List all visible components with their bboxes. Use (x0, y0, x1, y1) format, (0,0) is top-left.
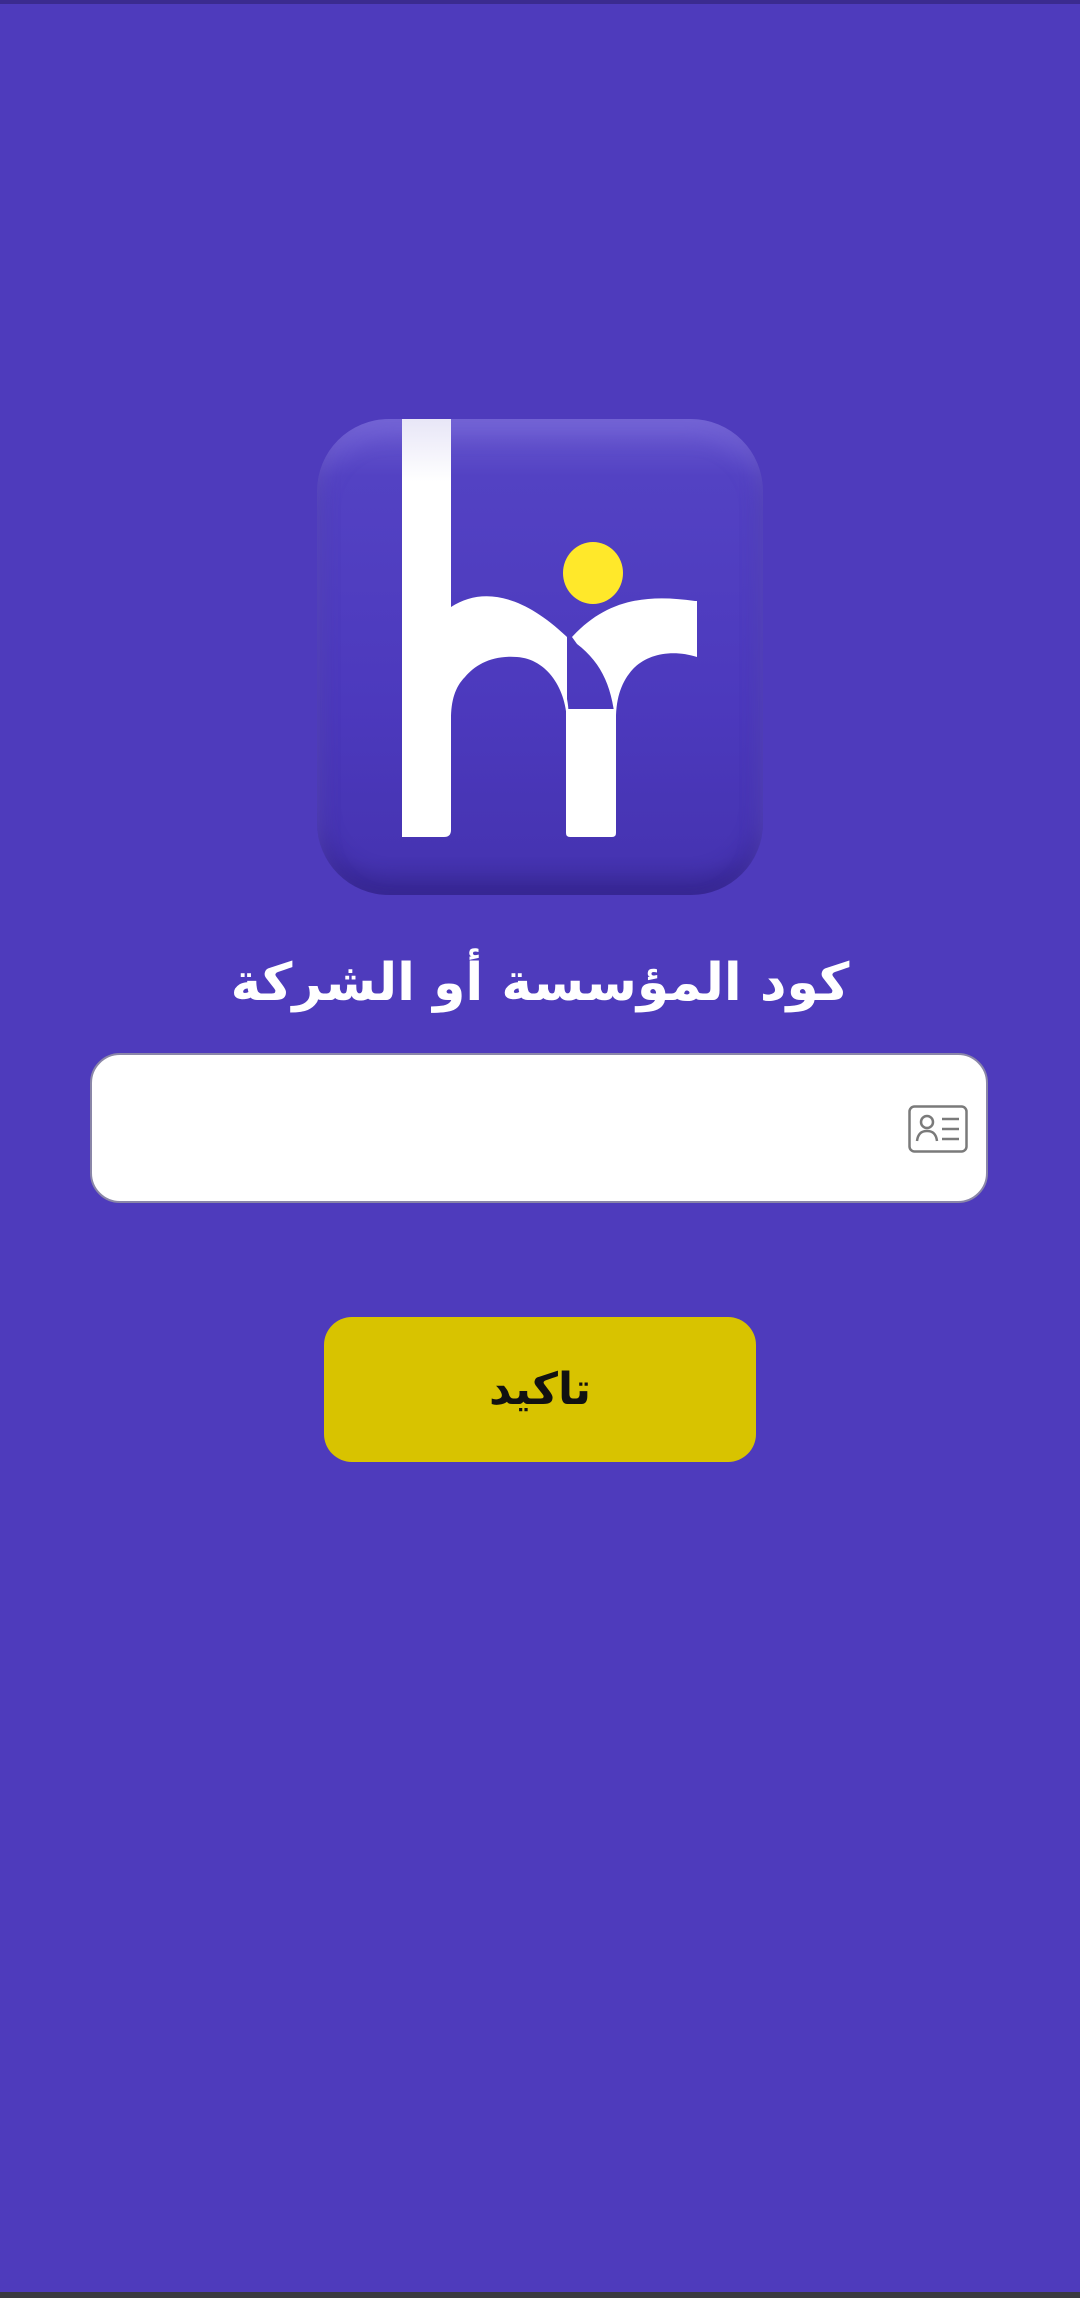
status-bar-edge (0, 0, 1080, 4)
id-card-icon (908, 1105, 968, 1153)
navigation-bar-edge (0, 2292, 1080, 2298)
hr-logo-icon (402, 419, 697, 837)
field-title: كود المؤسسة أو الشركة (230, 953, 850, 1013)
organization-code-field[interactable] (90, 1053, 988, 1203)
organization-code-input[interactable] (122, 1055, 886, 1203)
app-logo (317, 419, 763, 895)
confirm-button[interactable]: تاكيد (324, 1317, 756, 1462)
